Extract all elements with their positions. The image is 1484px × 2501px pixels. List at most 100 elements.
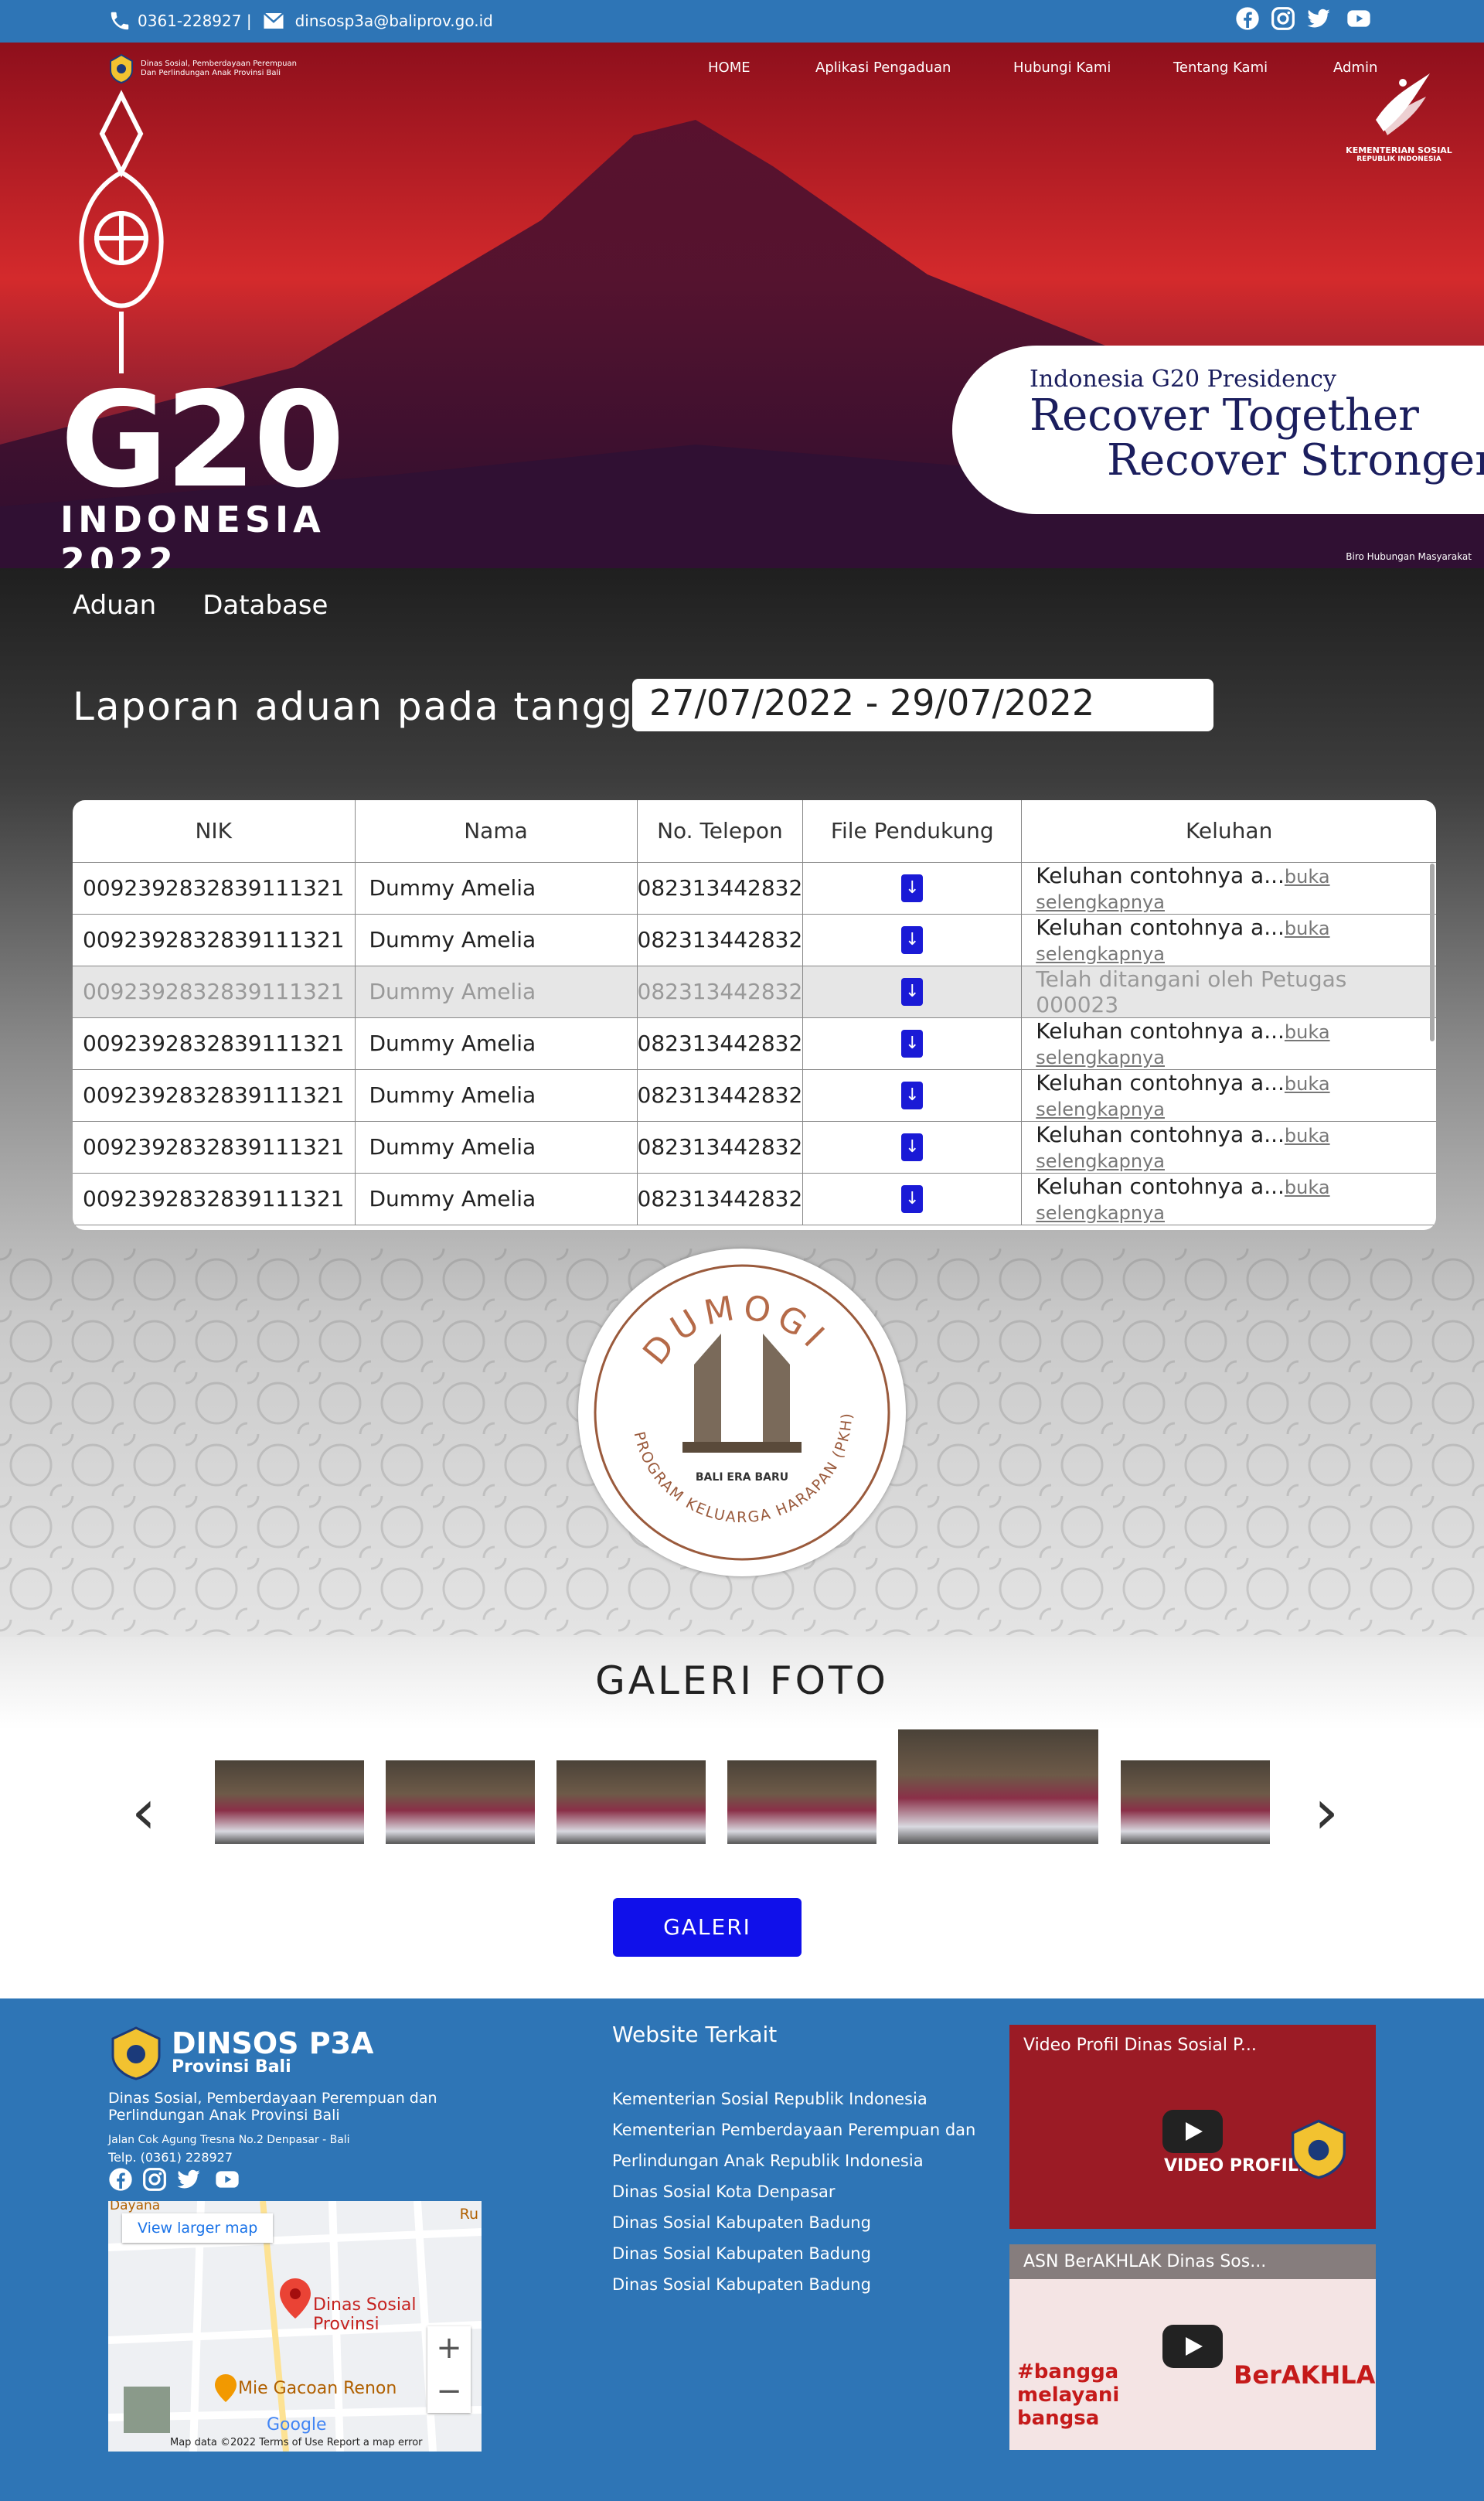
table-row[interactable]: 0092392832839111321 Dummy Amelia 082313442… <box>73 1017 1436 1070</box>
tab-database[interactable]: Database <box>203 590 328 621</box>
nav-aplikasi-pengaduan[interactable]: Aplikasi Pengaduan <box>815 60 951 76</box>
facebook-icon[interactable] <box>108 2167 133 2192</box>
cell-file: ↓ <box>802 861 1023 915</box>
related-link[interactable]: Dinas Sosial Kabupaten Badung <box>612 2238 983 2269</box>
download-file-icon[interactable]: ↓ <box>901 925 924 954</box>
map-zoom-control[interactable]: + − <box>427 2326 471 2413</box>
g20-title: G20 <box>60 364 345 517</box>
cell-nama: Dummy Amelia <box>354 861 638 915</box>
agency-logo[interactable]: Dinas Sosial, Pemberdayaan Perempuan Dan … <box>108 53 297 84</box>
table-row[interactable]: 0092392832839111321 Dummy Amelia 082313442… <box>73 1172 1436 1225</box>
table-row[interactable]: 0092392832839111321 Dummy Amelia 082313442… <box>73 1068 1436 1122</box>
chevron-left-icon[interactable]: ‹ <box>131 1776 156 1848</box>
table-row[interactable]: 0092392832839111321 Dummy Amelia 082313442… <box>73 913 1436 966</box>
table-row[interactable]: 0092392832839111321 Dummy Amelia 082313442… <box>73 861 1436 915</box>
youtube-icon[interactable] <box>210 2167 244 2192</box>
related-link[interactable]: Dinas Sosial Kabupaten Badung <box>612 2269 983 2300</box>
download-file-icon[interactable]: ↓ <box>901 1133 924 1161</box>
table-row[interactable]: 0092392832839111321 Dummy Amelia 082313442… <box>73 965 1436 1018</box>
cell-file: ↓ <box>802 1120 1023 1174</box>
slogan-card: Indonesia G20 Presidency Recover Togethe… <box>952 346 1484 514</box>
instagram-icon[interactable] <box>142 2167 167 2192</box>
gallery-photo-2[interactable] <box>386 1760 535 1844</box>
col-keluhan: Keluhan <box>1021 800 1436 863</box>
cell-keluhan: Keluhan contohnya a...buka selengkapnya <box>1021 913 1436 966</box>
email-text[interactable]: dinsosp3a@baliprov.go.id <box>295 12 493 30</box>
video-berakhlak-embed[interactable]: ASN BerAKHLAK Dinas Sos... #bangga melay… <box>1009 2244 1376 2450</box>
map-poi-label: Mie Gacoan Renon <box>238 2379 397 2398</box>
keluhan-text: Keluhan contohnya a... <box>1036 914 1285 940</box>
gallery-more-button[interactable]: GALERI LAINNYA <box>613 1898 802 1998</box>
dumogi-logo: DUMOGI PROGRAM KELUARGA HARAPAN (PKH) BA… <box>572 1235 906 1576</box>
zoom-in-icon[interactable]: + <box>427 2326 471 2370</box>
nav-hubungi-kami[interactable]: Hubungi Kami <box>1013 60 1111 76</box>
instagram-icon[interactable] <box>1271 6 1295 31</box>
youtube-icon[interactable] <box>1342 6 1376 31</box>
cell-keluhan: Keluhan contohnya a...buka selengkapnya <box>1021 1068 1436 1122</box>
tab-aduan[interactable]: Aduan <box>73 590 156 621</box>
cell-telepon: 082313442832 <box>636 861 804 915</box>
related-link[interactable]: Dinas Sosial Kabupaten Badung <box>612 2207 983 2238</box>
cell-nama: Dummy Amelia <box>354 1017 638 1070</box>
top-bar: 0361-228927 | dinsosp3a@baliprov.go.id <box>0 0 1484 43</box>
dumogi-emblem-icon: DUMOGI PROGRAM KELUARGA HARAPAN (PKH) BA… <box>572 1235 890 1561</box>
related-link[interactable]: Kementerian Pemberdayaan Perempuan dan P… <box>612 2114 983 2176</box>
g20-year: 2022 <box>60 540 179 568</box>
footer-logo[interactable]: DINSOS P3A Provinsi Bali <box>108 2025 373 2080</box>
slogan-line-2: Recover Stronger <box>1107 435 1484 486</box>
cell-nama: Dummy Amelia <box>354 1120 638 1174</box>
download-file-icon[interactable]: ↓ <box>901 874 924 902</box>
phone-text[interactable]: 0361-228927 | <box>138 12 252 30</box>
dumogi-sub: BALI ERA BARU <box>696 1471 788 1484</box>
gallery-photo-1[interactable] <box>215 1760 364 1844</box>
related-link[interactable]: Kementerian Sosial Republik Indonesia <box>612 2084 983 2114</box>
play-icon[interactable] <box>1162 2110 1223 2153</box>
cell-keluhan: Keluhan contohnya a...buka selengkapnya <box>1021 1120 1436 1174</box>
nav-tentang-kami[interactable]: Tentang Kami <box>1173 60 1268 76</box>
gallery-photo-5[interactable] <box>898 1729 1098 1844</box>
social-links <box>1235 6 1376 31</box>
keluhan-text: Keluhan contohnya a... <box>1036 1017 1285 1044</box>
view-larger-map-link[interactable]: View larger map <box>122 2213 274 2243</box>
kemsos-logo: KEMENTERIAN SOSIAL REPUBLIK INDONESIA <box>1329 66 1469 163</box>
zoom-out-icon[interactable]: − <box>427 2370 471 2413</box>
nav-home[interactable]: HOME <box>708 60 751 76</box>
cell-file: ↓ <box>802 965 1023 1018</box>
video-profile-embed[interactable]: Video Profil Dinas Sosial P... VIDEO PRO… <box>1009 2025 1376 2229</box>
video-2-tag: #bangga melayani bangsa <box>1017 2360 1120 2430</box>
twitter-icon[interactable] <box>176 2167 201 2192</box>
table-row[interactable]: 0092392832839111321 Dummy Amelia 082313442… <box>73 1120 1436 1174</box>
related-link[interactable]: Dinas Sosial Kota Denpasar <box>612 2176 983 2207</box>
download-file-icon[interactable]: ↓ <box>901 977 924 1006</box>
hero-credit: Biro Hubungan Masyarakat <box>1346 551 1472 562</box>
twitter-icon[interactable] <box>1306 6 1331 31</box>
footer-phone: Telp. (0361) 228927 <box>108 2150 233 2165</box>
gallery-section: GALERI FOTO ‹ › GALERI LAINNYA <box>0 1637 1484 1998</box>
footer-description: Dinas Sosial, Pemberdayaan Perempuan dan… <box>108 2090 437 2124</box>
date-range-input[interactable]: 27/07/2022 - 29/07/2022 <box>632 679 1213 731</box>
cell-nik: 0092392832839111321 <box>73 1120 356 1174</box>
gallery-photo-6[interactable] <box>1121 1760 1270 1844</box>
cell-telepon: 082313442832 <box>636 1068 804 1122</box>
download-file-icon[interactable]: ↓ <box>901 1029 924 1058</box>
keluhan-text: Keluhan contohnya a... <box>1036 1121 1285 1147</box>
cell-nik: 0092392832839111321 <box>73 1068 356 1122</box>
complaint-table: NIK Nama No. Telepon File Pendukung Kelu… <box>73 800 1436 1230</box>
keluhan-text: Keluhan contohnya a... <box>1036 862 1285 888</box>
cell-telepon: 082313442832 <box>636 1120 804 1174</box>
map-pin-icon <box>280 2278 311 2319</box>
download-file-icon[interactable]: ↓ <box>901 1081 924 1109</box>
google-map[interactable]: Dayana Ru View larger map Dinas Sosial P… <box>108 2201 482 2452</box>
facebook-icon[interactable] <box>1235 6 1260 31</box>
footer-address: Jalan Cok Agung Tresna No.2 Denpasar - B… <box>108 2130 350 2165</box>
cell-nama: Dummy Amelia <box>354 1068 638 1122</box>
map-area-label: Dayana <box>110 2201 161 2213</box>
download-file-icon[interactable]: ↓ <box>901 1184 924 1213</box>
table-scrollbar[interactable] <box>1430 864 1435 1041</box>
gallery-photo-4[interactable] <box>727 1760 876 1844</box>
chevron-right-icon[interactable]: › <box>1314 1776 1339 1848</box>
play-icon[interactable] <box>1162 2325 1223 2368</box>
gallery-photo-3[interactable] <box>556 1760 706 1844</box>
restaurant-pin-icon <box>215 2374 237 2402</box>
section-tabs: Aduan Database <box>73 590 328 621</box>
